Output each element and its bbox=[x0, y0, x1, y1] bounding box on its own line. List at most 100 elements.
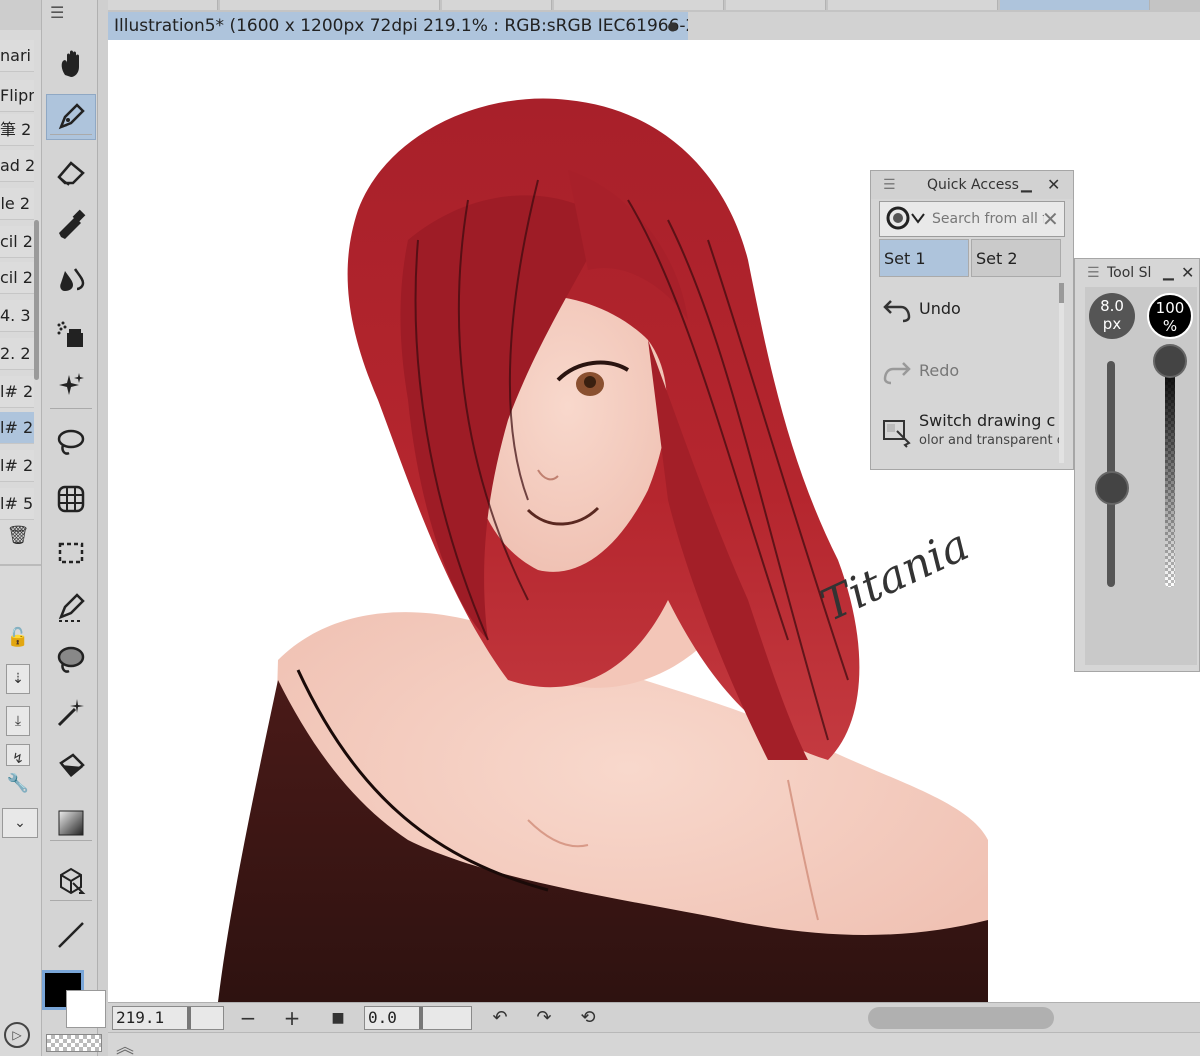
tab-set-2[interactable]: Set 2 bbox=[971, 239, 1061, 277]
switch-color-label-line1: Switch drawing c bbox=[919, 411, 1056, 430]
bottom-dock: ︽ bbox=[108, 1032, 1200, 1056]
rotate-right-icon[interactable]: ↷ bbox=[532, 1006, 556, 1030]
tab-segment[interactable] bbox=[220, 0, 440, 10]
fit-to-window-button[interactable]: ■ bbox=[326, 1006, 350, 1030]
brush-size-slider-handle[interactable] bbox=[1095, 470, 1129, 505]
subtool-item[interactable]: 筆 2 bbox=[0, 114, 34, 146]
figure-tool-button[interactable] bbox=[46, 912, 96, 958]
subtool-item[interactable]: cil 2 bbox=[0, 262, 34, 294]
tab-segment[interactable] bbox=[442, 0, 552, 10]
zoom-out-button[interactable]: − bbox=[236, 1006, 260, 1030]
document-tab[interactable]: Illustration5* (1600 x 1200px 72dpi 219.… bbox=[108, 12, 719, 40]
quick-access-scrollbar[interactable] bbox=[1059, 283, 1064, 463]
clear-icon[interactable]: ✕ bbox=[1042, 202, 1059, 236]
trash-icon[interactable]: 🗑 bbox=[4, 522, 32, 550]
grip-icon[interactable]: ☰ bbox=[1087, 259, 1100, 287]
selection-tool-button[interactable] bbox=[46, 530, 96, 576]
mesh-transform-tool-button[interactable] bbox=[46, 476, 96, 522]
zoom-value: 219.1 bbox=[116, 1008, 165, 1027]
auto-select-tool-button[interactable] bbox=[46, 690, 96, 736]
rotation-slider-knob[interactable] bbox=[419, 1007, 423, 1029]
layer-merge-down-icon[interactable]: ⇣ bbox=[6, 664, 30, 694]
menu-icon[interactable]: ☰ bbox=[50, 4, 70, 22]
zoom-in-button[interactable]: + bbox=[280, 1006, 304, 1030]
quick-access-palette: ☰ Quick Access ▁ ✕ Search from all fun ✕… bbox=[870, 170, 1074, 470]
lasso-tool-button[interactable] bbox=[46, 420, 96, 466]
opacity-slider-track[interactable] bbox=[1165, 361, 1175, 587]
layer-option-icon[interactable]: ↯ bbox=[6, 744, 30, 767]
rotate-left-icon[interactable]: ↶ bbox=[488, 1006, 512, 1030]
figure-tool-icon bbox=[58, 922, 84, 948]
hand-tool-button[interactable] bbox=[46, 40, 96, 86]
switch-color-icon bbox=[883, 420, 911, 448]
effect-tool-icon bbox=[59, 373, 84, 395]
blend-tool-button[interactable] bbox=[46, 256, 96, 302]
quick-access-search[interactable]: Search from all fun ✕ bbox=[879, 201, 1065, 237]
transparent-color-swatch[interactable] bbox=[46, 1034, 102, 1052]
tab-segment[interactable] bbox=[828, 0, 998, 10]
close-icon[interactable]: ✕ bbox=[1047, 171, 1060, 199]
grip-icon[interactable]: ☰ bbox=[883, 171, 896, 199]
scrollbar-thumb[interactable] bbox=[1059, 283, 1064, 303]
tool-slider-header[interactable]: ☰ Tool Sl ▁ ✕ bbox=[1075, 259, 1200, 287]
reset-rotation-icon[interactable]: ⟲ bbox=[576, 1006, 600, 1030]
subtool-item[interactable]: Flipno bbox=[0, 80, 34, 112]
tab-set-1[interactable]: Set 1 bbox=[879, 239, 969, 277]
selection-tool-icon bbox=[58, 542, 84, 564]
tab-segment[interactable] bbox=[108, 0, 218, 10]
subtool-item[interactable]: cil 2 bbox=[0, 226, 34, 258]
subtool-item[interactable]: l# 5 bbox=[0, 488, 34, 520]
chevron-up-icon[interactable]: ︽ bbox=[116, 1033, 134, 1056]
artist-signature: Titania bbox=[814, 519, 977, 631]
minimize-icon[interactable]: ▁ bbox=[1021, 171, 1032, 199]
undo-item[interactable]: Undo bbox=[879, 281, 1059, 341]
subtool-item[interactable]: l# 2 bbox=[0, 450, 34, 482]
3d-operation-tool-button[interactable] bbox=[46, 858, 96, 904]
effect-tool-button[interactable] bbox=[46, 364, 96, 410]
subtool-item[interactable]: ad 2 bbox=[0, 150, 34, 182]
close-icon[interactable]: ✕ bbox=[1181, 259, 1194, 287]
tab-segment-active[interactable] bbox=[1000, 0, 1150, 10]
lock-icon[interactable]: 🔓 bbox=[4, 624, 32, 652]
opacity-slider-handle[interactable] bbox=[1153, 344, 1187, 378]
subtool-item[interactable]: l# 2 bbox=[0, 376, 34, 408]
redo-icon bbox=[883, 362, 911, 385]
eraser-tool-icon bbox=[57, 161, 85, 186]
lasso-fill-tool-button[interactable] bbox=[46, 638, 96, 684]
play-icon[interactable]: ▷ bbox=[4, 1022, 30, 1048]
tab-segment[interactable] bbox=[554, 0, 724, 10]
horizontal-scrollbar-thumb[interactable] bbox=[868, 1007, 1054, 1029]
toolbar-divider bbox=[50, 840, 92, 841]
subtool-scrollbar[interactable] bbox=[34, 220, 39, 380]
airbrush-tool-button[interactable] bbox=[46, 312, 96, 358]
tab-segment[interactable] bbox=[726, 0, 826, 10]
subtool-item[interactable]: l# 2 bbox=[0, 412, 34, 444]
sub-color-swatch[interactable] bbox=[66, 990, 106, 1028]
quick-access-header[interactable]: ☰ Quick Access ▁ ✕ bbox=[871, 171, 1073, 199]
subtool-palette: nari Flipno筆 2 ad 2 le 2 cil 2 cil 2 4. 3 2. 2 l… bbox=[0, 0, 42, 1056]
eraser-tool-button[interactable] bbox=[46, 148, 96, 194]
selection-pen-tool-button[interactable] bbox=[46, 584, 96, 630]
zoom-field[interactable]: 219.1 bbox=[112, 1006, 224, 1030]
switch-drawing-color-item[interactable]: Switch drawing c olor and transparent co bbox=[879, 405, 1059, 465]
chevron-down-icon[interactable]: ⌄ bbox=[2, 808, 38, 838]
tool-palette: ☰ bbox=[42, 0, 148, 1056]
decoration-tool-button[interactable] bbox=[46, 202, 96, 248]
subtool-item[interactable]: nari bbox=[0, 40, 34, 72]
switch-color-label-line2: olor and transparent co bbox=[919, 433, 1059, 448]
zoom-slider-knob[interactable] bbox=[187, 1007, 191, 1029]
subtool-item[interactable]: 2. 2 bbox=[0, 338, 34, 370]
redo-item[interactable]: Redo bbox=[879, 343, 1059, 403]
redo-label: Redo bbox=[919, 361, 960, 380]
wrench-icon[interactable]: 🔧 bbox=[4, 770, 32, 798]
fill-tool-button[interactable] bbox=[46, 744, 96, 790]
rotation-field[interactable]: 0.0 bbox=[364, 1006, 472, 1030]
search-icon[interactable] bbox=[884, 204, 930, 234]
layer-transfer-icon[interactable]: ⤓ bbox=[6, 706, 30, 736]
hand-tool-icon bbox=[61, 50, 79, 77]
brush-size-unit: px bbox=[1102, 315, 1122, 333]
mesh-transform-tool-icon bbox=[57, 485, 85, 513]
subtool-item[interactable]: 4. 3 bbox=[0, 300, 34, 332]
subtool-item[interactable]: le 2 bbox=[0, 188, 34, 220]
minimize-icon[interactable]: ▁ bbox=[1163, 259, 1174, 287]
